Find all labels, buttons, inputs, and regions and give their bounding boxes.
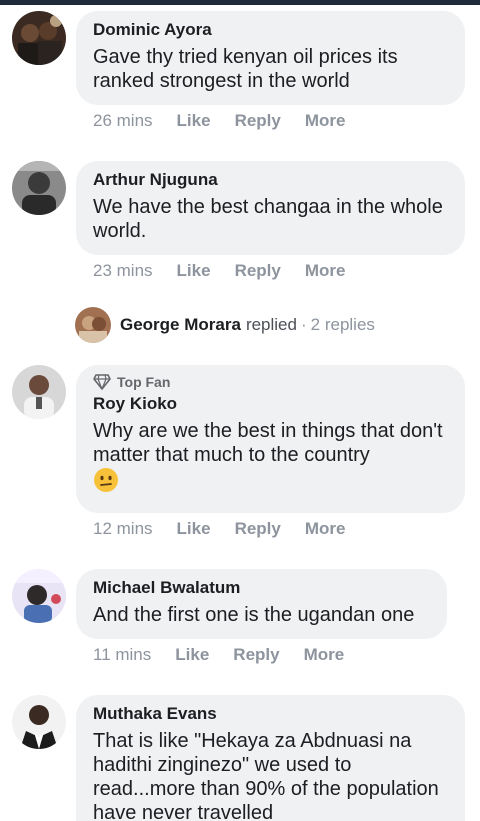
comment-actions: 23 mins Like Reply More: [93, 261, 369, 281]
reply-verb: replied: [245, 315, 297, 334]
comment-text: And the first one is the ugandan one: [93, 604, 415, 626]
reply-author: George Morara: [120, 315, 241, 334]
comment-text: Gave thy tried kenyan oil prices its ran…: [93, 46, 398, 92]
more-button[interactable]: More: [304, 645, 345, 665]
more-button[interactable]: More: [305, 519, 346, 539]
reply-separator: ·: [300, 315, 307, 334]
reply-button[interactable]: Reply: [235, 261, 281, 281]
avatar[interactable]: [12, 365, 66, 419]
like-button[interactable]: Like: [177, 111, 211, 131]
avatar[interactable]: [12, 569, 66, 623]
comment-timestamp[interactable]: 11 mins: [93, 645, 151, 665]
view-replies-link[interactable]: George Morara replied · 2 replies: [75, 307, 375, 343]
comment-text: We have the best changaa in the whole wo…: [93, 196, 443, 242]
comment-timestamp[interactable]: 26 mins: [93, 111, 153, 131]
top-bar: [0, 0, 480, 5]
avatar[interactable]: [12, 161, 66, 215]
avatar[interactable]: [12, 695, 66, 749]
comment-bubble: Muthaka Evans That is like "Hekaya za Ab…: [76, 695, 465, 821]
like-button[interactable]: Like: [177, 519, 211, 539]
more-button[interactable]: More: [305, 111, 346, 131]
comment-text-content: Why are we the best in things that don't…: [93, 420, 443, 466]
comment-actions: 26 mins Like Reply More: [93, 111, 369, 131]
comment-actions: 12 mins Like Reply More: [93, 519, 369, 539]
reply-button[interactable]: Reply: [235, 111, 281, 131]
comment-author[interactable]: Dominic Ayora: [93, 19, 447, 41]
more-button[interactable]: More: [305, 261, 346, 281]
avatar[interactable]: [12, 11, 66, 65]
avatar: [75, 307, 111, 343]
diamond-icon: [93, 374, 111, 390]
comment-text: Why are we the best in things that don't…: [93, 419, 447, 493]
confused-face-icon: [94, 468, 118, 492]
comment-timestamp[interactable]: 12 mins: [93, 519, 153, 539]
reply-button[interactable]: Reply: [233, 645, 279, 665]
comment-bubble: Michael Bwalatum And the first one is th…: [76, 569, 447, 639]
comment-author[interactable]: Muthaka Evans: [93, 703, 447, 725]
comment-author[interactable]: Arthur Njuguna: [93, 169, 447, 191]
badge-label: Top Fan: [117, 374, 171, 390]
comment-bubble: Arthur Njuguna We have the best changaa …: [76, 161, 465, 255]
comment-author[interactable]: Roy Kioko: [93, 393, 447, 415]
comment-bubble: Top Fan Roy Kioko Why are we the best in…: [76, 365, 465, 513]
reply-button[interactable]: Reply: [235, 519, 281, 539]
comment-author[interactable]: Michael Bwalatum: [93, 577, 429, 599]
comment-timestamp[interactable]: 23 mins: [93, 261, 153, 281]
comment-bubble: Dominic Ayora Gave thy tried kenyan oil …: [76, 11, 465, 105]
like-button[interactable]: Like: [177, 261, 211, 281]
reply-count: 2 replies: [310, 315, 375, 334]
top-fan-badge: Top Fan: [93, 373, 447, 391]
comment-text: That is like "Hekaya za Abdnuasi na hadi…: [93, 730, 439, 821]
like-button[interactable]: Like: [175, 645, 209, 665]
comment-actions: 11 mins Like Reply More: [93, 645, 368, 665]
